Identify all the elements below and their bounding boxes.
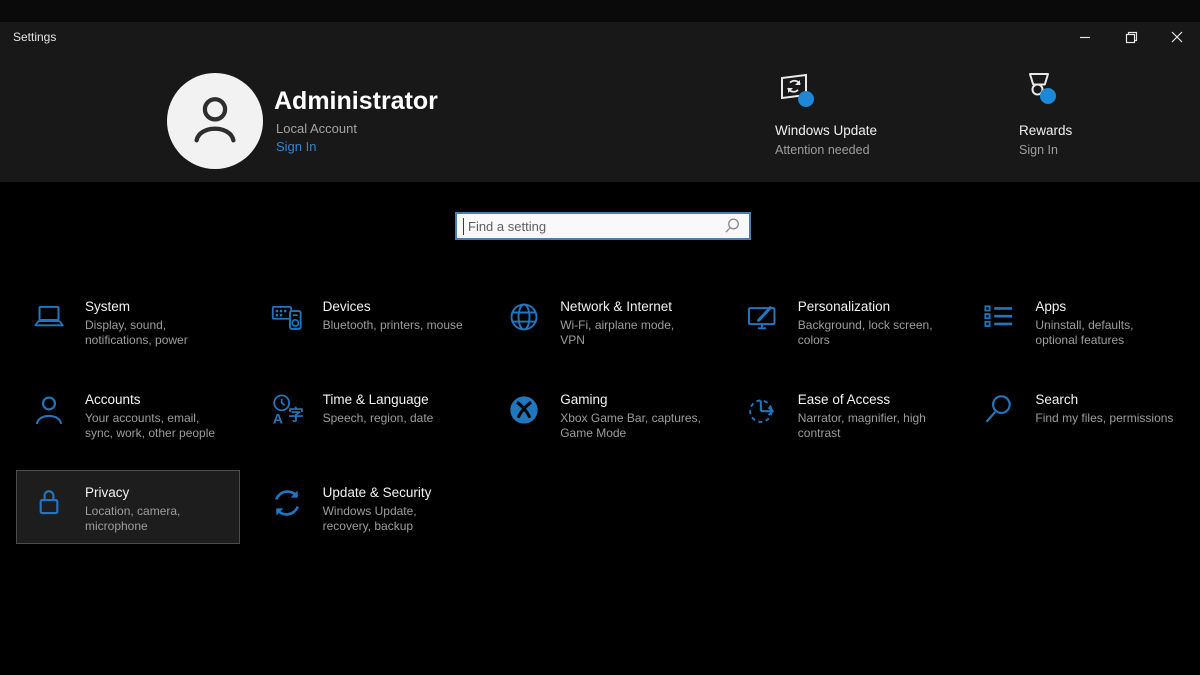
tile-title: Accounts [85, 392, 227, 407]
search-icon [980, 391, 1018, 429]
ease-of-access-icon [743, 391, 781, 429]
quick-status-title: Rewards [1019, 123, 1159, 138]
window-controls [1062, 22, 1200, 52]
tile-search[interactable]: Search Find my files, permissions [966, 377, 1190, 451]
tile-subtitle: Speech, region, date [323, 411, 434, 426]
tile-gaming[interactable]: Gaming Xbox Game Bar, captures, Game Mode [491, 377, 715, 451]
tile-subtitle: Uninstall, defaults, optional features [1035, 318, 1177, 347]
search-input[interactable] [464, 214, 722, 238]
time-language-icon: A字 [268, 391, 306, 429]
svg-text:A: A [272, 412, 282, 428]
globe-icon [505, 298, 543, 336]
minimize-icon [1079, 31, 1091, 43]
tile-ease-of-access[interactable]: Ease of Access Narrator, magnifier, high … [729, 377, 953, 451]
account-name: Administrator [274, 87, 438, 116]
account-signin-link[interactable]: Sign In [276, 139, 316, 154]
quick-status-windows-update[interactable]: Windows Update Attention needed [775, 68, 915, 157]
laptop-icon [30, 298, 68, 336]
quick-status-subtitle: Sign In [1019, 143, 1159, 157]
tile-privacy[interactable]: Privacy Location, camera, microphone [16, 470, 240, 544]
tile-title: System [85, 299, 227, 314]
tile-apps[interactable]: Apps Uninstall, defaults, optional featur… [966, 284, 1190, 358]
personalization-icon [743, 298, 781, 336]
tile-title: Ease of Access [798, 392, 940, 407]
restore-icon [1125, 31, 1138, 44]
top-strip [0, 0, 1200, 22]
tile-subtitle: Display, sound, notifications, power [85, 318, 227, 347]
avatar [167, 73, 263, 169]
devices-icon [268, 298, 306, 336]
svg-text:字: 字 [288, 405, 303, 424]
person-avatar-icon [184, 88, 246, 155]
search-icon [722, 216, 742, 236]
tile-subtitle: Wi-Fi, airplane mode, VPN [560, 318, 702, 347]
windows-update-badge-icon [775, 68, 819, 114]
quick-status-rewards[interactable]: Rewards Sign In [1019, 68, 1159, 157]
tile-subtitle: Background, lock screen, colors [798, 318, 940, 347]
quick-status-title: Windows Update [775, 123, 915, 138]
tile-network-internet[interactable]: Network & Internet Wi-Fi, airplane mode, … [491, 284, 715, 358]
tile-subtitle: Location, camera, microphone [85, 504, 227, 533]
tile-title: Network & Internet [560, 299, 702, 314]
restore-button[interactable] [1108, 22, 1154, 52]
tile-title: Apps [1035, 299, 1177, 314]
tile-accounts[interactable]: Accounts Your accounts, email, sync, work… [16, 377, 240, 451]
tile-subtitle: Your accounts, email, sync, work, other … [85, 411, 227, 440]
tile-title: Time & Language [323, 392, 434, 407]
tile-title: Search [1035, 392, 1173, 407]
settings-window: Settings Adm [0, 0, 1200, 675]
xbox-icon [505, 391, 543, 429]
person-icon [30, 391, 68, 429]
account-type: Local Account [276, 121, 357, 136]
lock-icon [30, 484, 68, 522]
tile-title: Update & Security [323, 485, 465, 500]
tile-update-security[interactable]: Update & Security Windows Update, recover… [254, 470, 478, 544]
close-button[interactable] [1154, 22, 1200, 52]
tile-subtitle: Find my files, permissions [1035, 411, 1173, 426]
window-title: Settings [13, 30, 56, 44]
minimize-button[interactable] [1062, 22, 1108, 52]
tile-title: Gaming [560, 392, 702, 407]
tile-devices[interactable]: Devices Bluetooth, printers, mouse [254, 284, 478, 358]
tile-system[interactable]: System Display, sound, notifications, pow… [16, 284, 240, 358]
tile-title: Devices [323, 299, 463, 314]
tile-title: Privacy [85, 485, 227, 500]
tile-title: Personalization [798, 299, 940, 314]
tile-personalization[interactable]: Personalization Background, lock screen, … [729, 284, 953, 358]
tile-time-language[interactable]: A字 Time & Language Speech, region, date [254, 377, 478, 451]
sync-icon [268, 484, 306, 522]
search-box [455, 212, 751, 240]
tile-subtitle: Narrator, magnifier, high contrast [798, 411, 940, 440]
close-icon [1171, 31, 1183, 43]
settings-grid: System Display, sound, notifications, pow… [16, 284, 1190, 563]
tile-subtitle: Windows Update, recovery, backup [323, 504, 465, 533]
rewards-badge-icon [1019, 68, 1063, 114]
quick-status-subtitle: Attention needed [775, 143, 915, 157]
apps-list-icon [980, 298, 1018, 336]
tile-subtitle: Xbox Game Bar, captures, Game Mode [560, 411, 702, 440]
quick-status: Windows Update Attention needed Rewards Sig… [775, 68, 1159, 157]
tile-subtitle: Bluetooth, printers, mouse [323, 318, 463, 333]
